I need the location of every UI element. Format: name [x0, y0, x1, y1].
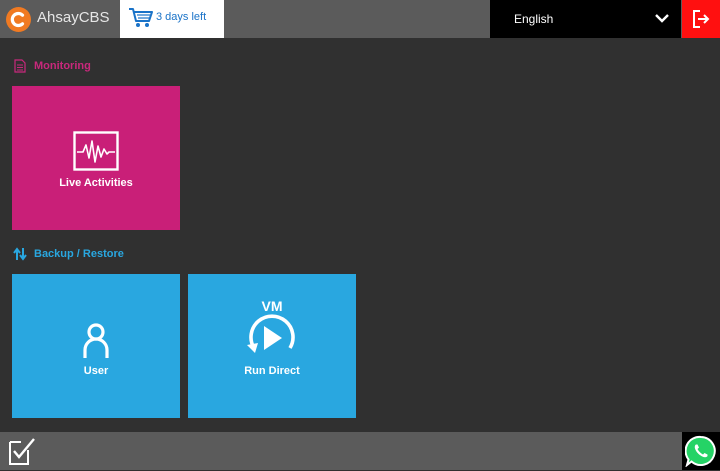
ahsay-logo-icon [6, 7, 31, 32]
task-checklist-button[interactable] [8, 436, 36, 471]
tile-vm-run-direct[interactable]: VM Run Direct [188, 274, 356, 418]
checklist-icon [9, 438, 35, 465]
brand-name: AhsayCBS [37, 9, 110, 26]
license-status-button[interactable]: 3 days left [120, 0, 224, 38]
section-backup-restore-header: Backup / Restore [13, 247, 124, 261]
logout-icon [693, 10, 710, 28]
language-label: English [514, 12, 554, 26]
vm-run-direct-icon [247, 314, 295, 353]
tile-user[interactable]: User [12, 274, 180, 418]
license-days-left: 3 days left [156, 11, 207, 23]
section-monitoring-header: Monitoring [13, 59, 91, 73]
whatsapp-chat-button[interactable] [682, 432, 720, 470]
chevron-down-icon [655, 14, 669, 23]
sync-arrows-icon [13, 247, 27, 261]
top-bar: AhsayCBS 3 days left English [0, 0, 720, 38]
cart-icon [129, 8, 153, 27]
section-backup-restore-title: Backup / Restore [34, 248, 124, 260]
tile-user-label: User [83, 365, 109, 377]
document-icon [14, 59, 26, 73]
user-icon [83, 323, 109, 358]
bottom-bar [0, 432, 720, 470]
tile-live-activities[interactable]: Live Activities [12, 86, 180, 230]
section-monitoring-title: Monitoring [34, 60, 91, 72]
brand: AhsayCBS [0, 0, 120, 38]
language-select[interactable]: English [490, 0, 681, 38]
tile-run-direct-label: Run Direct [244, 365, 300, 377]
activity-monitor-icon [73, 131, 119, 171]
whatsapp-icon [685, 435, 716, 467]
logout-button[interactable] [682, 0, 720, 38]
tile-live-activities-label: Live Activities [59, 177, 133, 189]
